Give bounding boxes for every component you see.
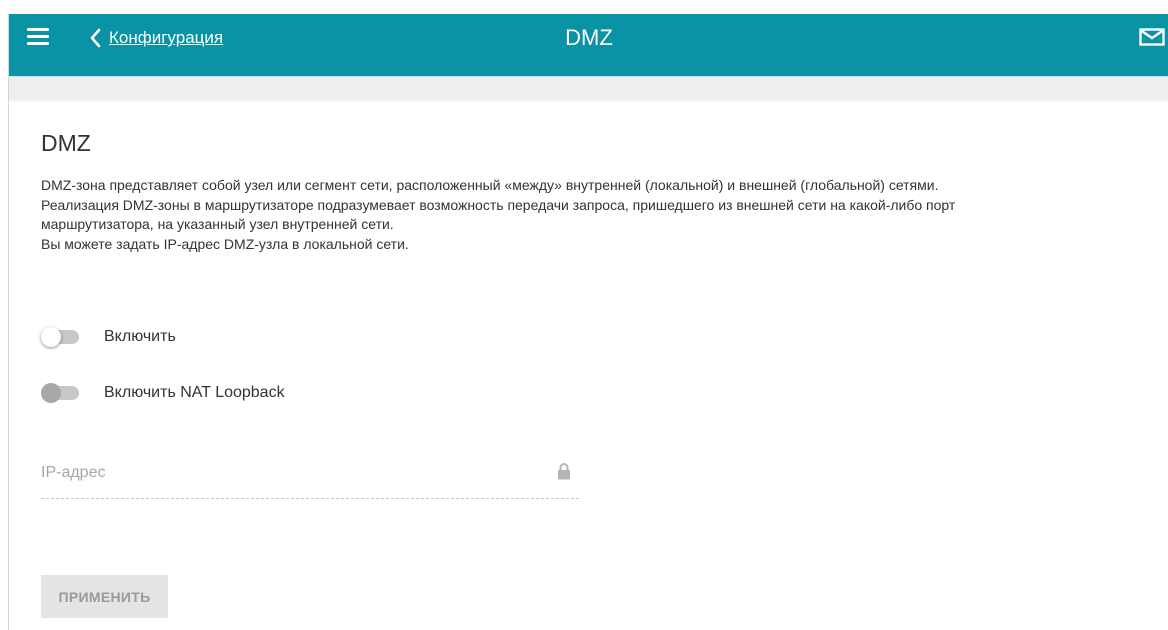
apply-button[interactable]: ПРИМЕНИТЬ — [41, 575, 168, 618]
toggle-knob — [41, 327, 61, 347]
enable-toggle[interactable] — [41, 327, 81, 347]
nat-loopback-toggle-row[interactable]: Включить NAT Loopback — [41, 383, 285, 403]
app-frame: Конфигурация DMZ DMZ DMZ-зона представля… — [8, 14, 1168, 630]
hamburger-icon[interactable] — [27, 28, 49, 46]
toggle-knob — [41, 383, 61, 403]
ip-address-field[interactable] — [41, 458, 579, 499]
nat-loopback-toggle-label: Включить NAT Loopback — [104, 384, 285, 401]
description-line: Реализация DMZ-зоны в маршрутизаторе под… — [41, 196, 956, 213]
section-title: DMZ — [41, 130, 91, 156]
enable-toggle-label: Включить — [104, 328, 176, 345]
sub-bar — [9, 76, 1168, 99]
back-link[interactable]: Конфигурация — [89, 26, 223, 50]
top-bar: Конфигурация DMZ — [9, 14, 1168, 76]
nat-loopback-toggle[interactable] — [41, 383, 81, 403]
section-description: DMZ-зона представляет собой узел или сег… — [41, 176, 1159, 254]
description-line: DMZ-зона представляет собой узел или сег… — [41, 177, 939, 193]
enable-toggle-row[interactable]: Включить — [41, 327, 176, 347]
mail-icon[interactable] — [1139, 28, 1165, 46]
back-link-label[interactable]: Конфигурация — [109, 28, 223, 48]
lock-icon — [558, 463, 570, 480]
ip-address-input[interactable] — [41, 464, 521, 482]
description-line: маршрутизатора, на указанный узел внутре… — [41, 216, 394, 232]
chevron-left-icon — [90, 28, 101, 48]
description-line: Вы можете задать IP-адрес DMZ-узла в лок… — [41, 235, 409, 252]
